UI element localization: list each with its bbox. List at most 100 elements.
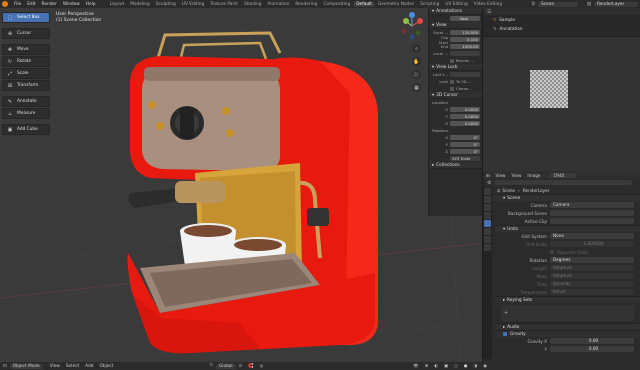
tool-transform[interactable]: ⊞ Transform [2,80,50,91]
coffee-machine-model[interactable] [120,23,390,358]
annotations-header[interactable]: ▾ Annotations [429,8,482,15]
clip-end-field[interactable]: 1000.00 [450,43,480,50]
cursor-x-field[interactable]: 0.0000 [450,106,480,113]
tool-select-box[interactable]: ⬚ Select Box [2,12,50,23]
scene-icon[interactable]: ⛭ [529,2,538,7]
tab-rendering[interactable]: Rendering [292,2,320,7]
lock-to-3d-cursor-checkbox[interactable] [450,79,454,84]
mode-dropdown[interactable]: Object Mode [9,363,43,369]
tab-animation[interactable]: Animation [264,2,292,7]
rotation-units-dropdown[interactable]: Degrees [550,257,634,263]
length-dropdown[interactable]: Adaptive [550,265,634,271]
tool-tab-icon[interactable] [484,188,491,195]
scene-tab-icon[interactable] [484,220,491,227]
scene-panel-header[interactable]: ▾ Scene [495,194,640,201]
unit-scale-field[interactable]: 1.000000 [550,241,634,247]
snap-icon[interactable]: 🧲 [245,364,256,369]
scene-selector[interactable]: Scene [537,1,578,7]
xray-icon[interactable]: ▣ [441,364,451,369]
separate-units-checkbox[interactable] [550,250,554,254]
background-scene-field[interactable] [550,210,634,216]
tab-uv-editing[interactable]: UV Editing [179,2,207,7]
tab-video-editing[interactable]: Video Editing [471,2,505,7]
menu-view[interactable]: View [47,364,63,369]
view-layer-selector[interactable]: RenderLayer [594,1,638,7]
3d-viewport[interactable]: User Perspective (1) Scene Collection ⬚ … [0,8,482,362]
tab-scripting[interactable]: Scripting [417,2,442,7]
cursor-y-field[interactable]: 0.0000 [450,113,480,120]
collection-tab-icon[interactable] [484,236,491,243]
lock-to-object-field[interactable] [450,71,480,78]
properties-type-icon[interactable]: ⚙ [487,180,491,186]
tool-move[interactable]: ✥ Move [2,44,50,55]
view-lock-header[interactable]: ▾ View Lock [429,64,482,71]
shading-solid-icon[interactable]: ● [461,364,471,369]
gizmo-toggle-icon[interactable]: ⊕ [422,364,432,369]
tab-modeling[interactable]: Modeling [127,2,153,7]
clip-start-field[interactable]: 0.100 [450,36,480,43]
texture-tab-icon[interactable] [484,244,491,251]
image-selector[interactable]: 1940 [549,172,576,178]
local-camera-toggle[interactable] [450,50,480,57]
focal-length-field[interactable]: 120.000 [450,29,480,36]
tab-shading[interactable]: Shading [241,2,264,7]
rotation-mode-dropdown[interactable]: XYZ Euler [450,155,480,162]
tab-texture-paint[interactable]: Texture Paint [207,2,241,7]
view-header[interactable]: ▾ View [429,22,482,29]
camera-field[interactable]: Camera [550,202,634,208]
tab-sculpting[interactable]: Sculpting [153,2,179,7]
tab-layout[interactable]: Layout [107,2,128,7]
pivot-icon[interactable]: ⊙ [236,364,246,369]
gravity-panel-header[interactable]: Gravity [495,330,640,337]
menu-render[interactable]: Render [39,2,60,7]
visibility-icon[interactable]: 👁 [410,364,421,369]
tool-measure[interactable]: ⟂ Measure [2,108,50,119]
keying-sets-header[interactable]: ▸ Keying Sets [495,296,640,303]
temperature-dropdown[interactable]: Kelvin [550,289,634,295]
perspective-grid-icon[interactable]: ▦ [412,83,421,92]
annotations-new-button[interactable]: New [450,15,480,22]
tab-uv-editing-2[interactable]: UV Editing [442,2,470,7]
tab-compositing[interactable]: Compositing [320,2,353,7]
time-dropdown[interactable]: Seconds [550,281,634,287]
proportional-edit-icon[interactable]: ◎ [257,364,267,369]
menu-edit[interactable]: Edit [24,2,38,7]
active-clip-field[interactable] [550,218,634,224]
tool-cursor[interactable]: ⊕ Cursor [2,28,50,39]
menu-help[interactable]: Help [83,2,99,7]
render-tab-icon[interactable] [484,196,491,203]
3d-cursor-header[interactable]: ▾ 3D Cursor [429,92,482,99]
shading-material-icon[interactable]: ◑ [471,364,481,369]
keying-sets-list[interactable]: + [501,305,634,321]
editor-type-icon[interactable]: ⊞ [483,173,493,178]
outliner-item[interactable]: ✎ Annotation [483,24,640,33]
tool-rotate[interactable]: ↻ Rotate [2,56,50,67]
navigation-gizmo[interactable] [398,11,426,41]
properties-search-field[interactable] [495,180,632,185]
shading-wireframe-icon[interactable]: ○ [451,364,461,369]
menu-object[interactable]: Object [96,364,116,369]
menu-file[interactable]: File [11,2,24,7]
image-menu-view-2[interactable]: View [508,173,524,178]
view-layer-icon[interactable]: ▤ [584,2,594,7]
outliner-item[interactable]: ▽ Sample [483,15,640,24]
pan-hand-icon[interactable]: ✋ [412,57,421,66]
shading-rendered-icon[interactable]: ◉ [480,364,490,369]
camera-view-icon[interactable]: 🎥 [412,70,421,79]
zoom-icon[interactable]: ⌕ [412,44,421,53]
audio-panel-header[interactable]: ▸ Audio [495,323,640,330]
add-keying-set-icon[interactable]: + [504,310,508,316]
editor-type-icon[interactable]: ⊡ [0,364,10,369]
tab-geometry-nodes[interactable]: Geometry Nodes [375,2,417,7]
orientation-icon[interactable]: ⤧ [206,364,215,369]
orientation-dropdown[interactable]: Global [215,363,236,369]
lock-camera-checkbox[interactable] [450,86,454,91]
gravity-y-field[interactable]: 0.00 [550,346,634,352]
outliner-filter-icon[interactable]: ☰ [487,9,491,15]
overlays-icon[interactable]: ◐ [431,364,441,369]
image-menu-view[interactable]: View [493,173,509,178]
view-layer-tab-icon[interactable] [484,212,491,219]
unit-system-dropdown[interactable]: None [550,233,634,239]
units-panel-header[interactable]: ▾ Units [495,225,640,232]
collections-header[interactable]: ▸ Collections [429,162,482,169]
